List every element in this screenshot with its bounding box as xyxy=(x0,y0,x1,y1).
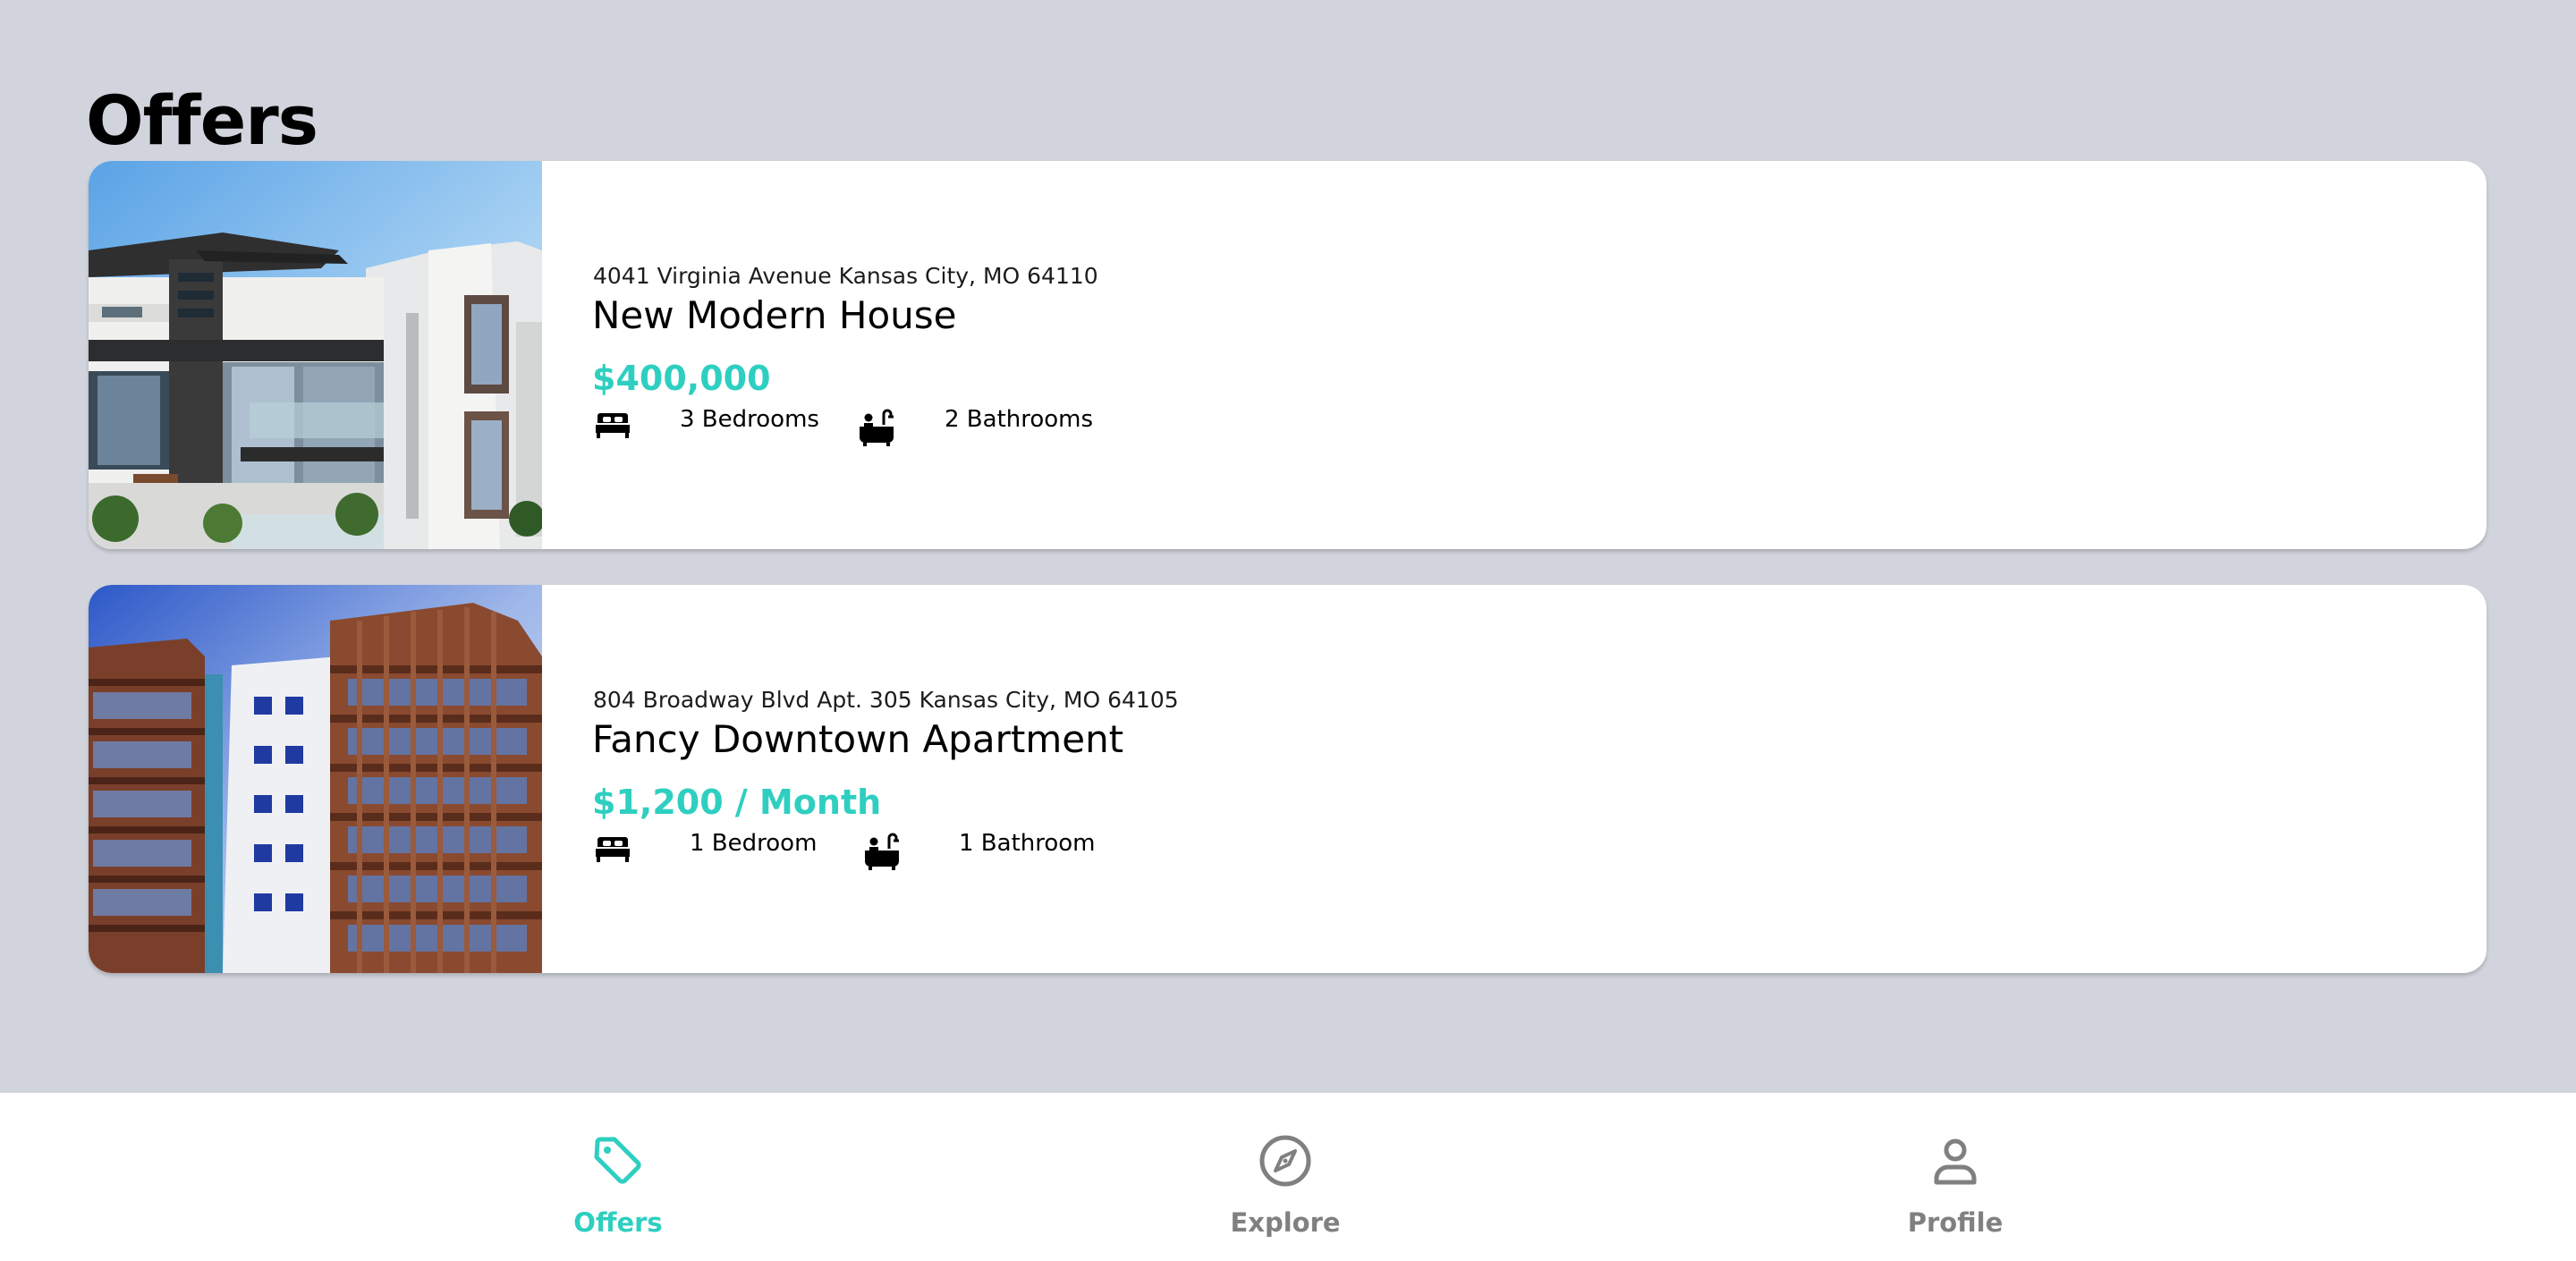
listing-card[interactable]: 4041 Virginia Avenue Kansas City, MO 641… xyxy=(89,161,2487,549)
bottom-nav: Offers Explore Profile xyxy=(0,1093,2576,1261)
page-title: Offers xyxy=(86,80,318,160)
listing-price: $400,000 xyxy=(592,359,771,398)
bedrooms-label: 1 Bedroom xyxy=(690,830,818,857)
bedrooms-label: 3 Bedrooms xyxy=(680,406,819,433)
listing-photo-apartment-building xyxy=(89,585,542,973)
listing-title: Fancy Downtown Apartment xyxy=(592,717,1124,761)
listing-address: 4041 Virginia Avenue Kansas City, MO 641… xyxy=(593,263,1098,289)
listing-photo-modern-house xyxy=(89,161,542,549)
tag-icon xyxy=(594,1137,641,1184)
nav-label-offers: Offers xyxy=(573,1207,663,1238)
user-icon xyxy=(1934,1138,1977,1185)
listing-title: New Modern House xyxy=(592,293,957,337)
listing-price: $1,200 / Month xyxy=(592,783,882,822)
nav-label-profile: Profile xyxy=(1907,1207,2004,1238)
listing-card[interactable]: 804 Broadway Blvd Apt. 305 Kansas City, … xyxy=(89,585,2487,973)
bed-icon xyxy=(595,410,631,439)
nav-label-explore: Explore xyxy=(1230,1207,1341,1238)
bathtub-icon xyxy=(864,831,900,870)
bed-icon xyxy=(595,834,631,863)
nav-item-profile[interactable]: Profile xyxy=(1857,1093,2054,1261)
nav-item-offers[interactable]: Offers xyxy=(520,1093,716,1261)
compass-icon xyxy=(1259,1135,1311,1187)
nav-item-explore[interactable]: Explore xyxy=(1187,1093,1384,1261)
bathtub-icon xyxy=(859,407,894,446)
listing-address: 804 Broadway Blvd Apt. 305 Kansas City, … xyxy=(593,687,1179,713)
bathrooms-label: 2 Bathrooms xyxy=(945,406,1094,433)
bathrooms-label: 1 Bathroom xyxy=(959,830,1096,857)
